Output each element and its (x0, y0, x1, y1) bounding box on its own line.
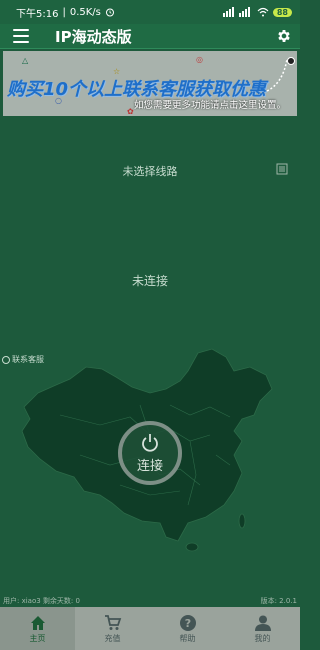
route-selection-label[interactable]: 未选择线路 (0, 163, 300, 179)
power-icon (142, 433, 158, 452)
status-time: 下午5:16 (16, 8, 59, 20)
home-icon (30, 615, 45, 630)
nav-help-label: 帮助 (179, 633, 196, 643)
app-bar: IP海动态版 (0, 24, 300, 49)
user-icon (254, 615, 271, 631)
wifi-icon (257, 7, 269, 17)
alarm-icon (105, 8, 114, 17)
nav-home-label: 主页 (29, 633, 46, 643)
settings-tip: 如您需要更多功能请点击这里设置。 (133, 100, 286, 111)
settings-pointer-dot (287, 57, 295, 65)
circle-decoration: ◎ (196, 55, 203, 64)
status-speed: 0.5K/s (69, 6, 101, 18)
version-label: 版本: 2.0.1 (260, 597, 297, 605)
cart-icon (104, 614, 121, 630)
gear-icon[interactable] (276, 28, 292, 44)
list-icon[interactable] (276, 163, 288, 175)
connection-status: 未连接 (131, 274, 168, 288)
svg-text:?: ? (184, 617, 190, 630)
battery-indicator: 88 (272, 7, 292, 17)
nav-home[interactable]: 主页 (0, 607, 75, 650)
connect-button[interactable]: 连接 (118, 421, 182, 485)
nav-help[interactable]: ? 帮助 (150, 607, 225, 650)
nav-recharge[interactable]: 充值 (75, 607, 150, 650)
gear-decoration: ✿ (127, 107, 134, 116)
customer-service-icon (2, 355, 10, 364)
nav-recharge-label: 充值 (104, 633, 121, 643)
hamburger-menu-icon[interactable] (13, 29, 29, 43)
nav-profile-label: 我的 (254, 633, 271, 643)
bottom-navigation: 主页 充值 ? 帮助 我的 (0, 607, 300, 650)
app-title: IP海动态版 (55, 27, 132, 46)
signal-icon (222, 7, 250, 17)
user-info: 用户: xiao3 剩余天数: 0 (3, 597, 80, 605)
nav-profile[interactable]: 我的 (225, 607, 300, 650)
connect-button-label: 连接 (136, 458, 163, 474)
status-bar: 下午5:16 | 0.5K/s 88 (0, 0, 300, 24)
triangle-decoration: △ (22, 56, 29, 65)
help-icon: ? (179, 614, 196, 631)
